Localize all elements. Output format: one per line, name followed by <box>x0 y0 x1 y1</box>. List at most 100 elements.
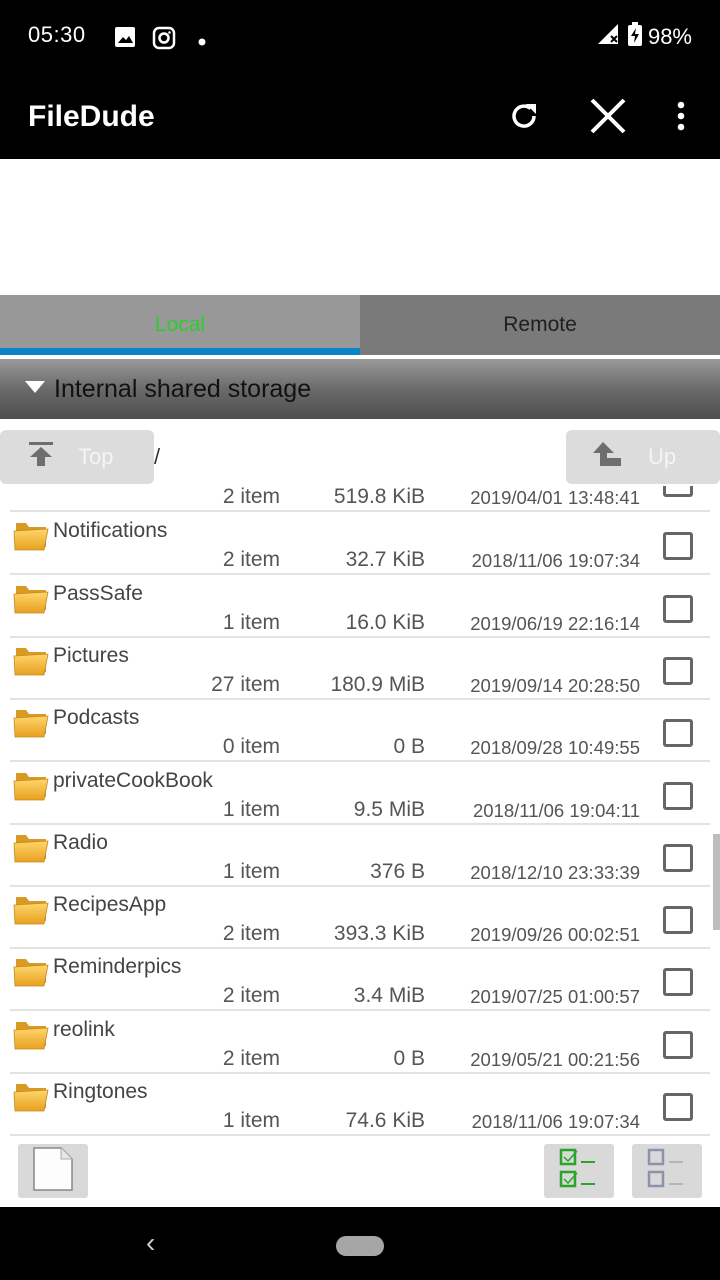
file-size: 0 B <box>393 1046 425 1070</box>
file-name: reolink <box>53 1017 115 1041</box>
item-count: 2 item <box>222 486 280 508</box>
signal-no-service-icon <box>596 22 622 52</box>
triangle-down-icon <box>24 380 46 399</box>
new-file-icon <box>31 1146 75 1197</box>
file-row[interactable]: 2 item 519.8 KiB 2019/04/01 13:48:41 <box>10 486 710 512</box>
deselect-all-icon <box>647 1147 687 1196</box>
select-checkbox[interactable] <box>663 656 693 685</box>
scrollbar[interactable] <box>713 834 720 930</box>
modified-date: 2018/11/06 19:04:11 <box>473 799 640 821</box>
battery-charging-icon <box>627 22 642 52</box>
select-all-button[interactable] <box>544 1144 614 1198</box>
bottom-toolbar <box>0 1140 720 1207</box>
file-size: 74.6 KiB <box>345 1109 425 1132</box>
file-size: 376 B <box>370 859 425 883</box>
select-checkbox[interactable] <box>663 532 693 561</box>
modified-date: 2019/09/14 20:28:50 <box>470 674 640 696</box>
folder-icon <box>12 831 50 870</box>
storage-label: Internal shared storage <box>54 374 312 403</box>
file-size: 0 B <box>393 735 425 759</box>
select-checkbox[interactable] <box>663 843 693 872</box>
file-row[interactable]: RecipesApp 2 item 393.3 KiB 2019/09/26 00:0… <box>10 887 710 950</box>
file-row[interactable]: Notifications 2 item 32.7 KiB 2018/11/06 19… <box>10 513 710 576</box>
status-right: 98% <box>596 22 692 52</box>
folder-icon <box>12 769 50 808</box>
image-notification-icon <box>114 26 136 53</box>
file-name: Podcasts <box>53 706 140 730</box>
top-button[interactable]: Top <box>0 430 154 484</box>
folder-icon <box>12 955 50 994</box>
back-icon[interactable]: ‹ <box>146 1227 155 1259</box>
file-row[interactable]: Podcasts 0 item 0 B 2018/09/28 10:49:55 <box>10 700 710 763</box>
select-checkbox[interactable] <box>663 781 693 810</box>
item-count: 1 item <box>222 610 280 634</box>
refresh-icon <box>506 98 542 139</box>
select-checkbox[interactable] <box>663 719 693 748</box>
more-vert-icon <box>676 101 686 136</box>
item-count: 2 item <box>222 984 280 1008</box>
tab-remote[interactable]: Remote <box>360 295 720 355</box>
item-count: 2 item <box>222 1046 280 1070</box>
folder-icon <box>12 644 50 683</box>
file-row[interactable]: Radio 1 item 376 B 2018/12/10 23:33:39 <box>10 825 710 887</box>
select-checkbox[interactable] <box>663 1030 693 1059</box>
file-row[interactable]: reolink 2 item 0 B 2019/05/21 00:21:56 <box>10 1012 710 1074</box>
file-row[interactable]: Pictures 27 item 180.9 MiB 2019/09/14 20:28… <box>10 638 710 700</box>
arrow-to-top-icon <box>28 441 54 473</box>
app-bar: FileDude <box>0 74 720 159</box>
file-row[interactable]: PassSafe 1 item 16.0 KiB 2019/06/19 22:16:1… <box>10 576 710 638</box>
up-button[interactable]: Up <box>566 430 720 484</box>
item-count: 2 item <box>222 922 280 946</box>
dot-icon <box>198 33 206 51</box>
file-size: 32.7 KiB <box>345 548 425 572</box>
modified-date: 2019/05/21 00:21:56 <box>470 1048 640 1070</box>
file-row[interactable]: Ringtones 1 item 74.6 KiB 2018/11/06 19:07:… <box>10 1074 710 1136</box>
folder-icon <box>12 893 50 932</box>
file-name: RecipesApp <box>53 893 167 917</box>
select-all-icon <box>559 1147 599 1196</box>
item-count: 0 item <box>222 735 280 759</box>
banner-area <box>0 159 720 295</box>
modified-date: 2018/09/28 10:49:55 <box>470 737 640 759</box>
storage-selector[interactable]: Internal shared storage <box>0 359 720 419</box>
tab-bar: Local Remote <box>0 295 720 355</box>
tab-local[interactable]: Local <box>0 295 360 355</box>
file-name: Radio <box>53 830 108 854</box>
close-button[interactable] <box>584 94 632 142</box>
file-row[interactable]: privateCookBook 1 item 9.5 MiB 2018/11/06 1… <box>10 763 710 825</box>
folder-icon <box>12 582 50 621</box>
close-icon <box>588 96 628 141</box>
refresh-button[interactable] <box>500 94 548 142</box>
select-checkbox[interactable] <box>663 906 693 935</box>
more-options-button[interactable] <box>657 94 705 142</box>
home-pill[interactable] <box>336 1236 384 1256</box>
file-row[interactable]: Reminderpics 2 item 3.4 MiB 2019/07/25 01:0… <box>10 949 710 1012</box>
folder-icon <box>12 706 50 745</box>
deselect-all-button[interactable] <box>632 1144 702 1198</box>
file-size: 3.4 MiB <box>353 984 425 1008</box>
select-checkbox[interactable] <box>663 486 693 497</box>
modified-date: 2019/06/19 22:16:14 <box>470 612 640 634</box>
file-name: privateCookBook <box>53 768 213 792</box>
modified-date: 2019/04/01 13:48:41 <box>470 487 640 508</box>
modified-date: 2018/11/06 19:07:34 <box>471 1111 640 1132</box>
folder-icon <box>12 519 50 558</box>
file-list: 2 item 519.8 KiB 2019/04/01 13:48:41 Notifi… <box>0 486 720 1140</box>
top-label: Top <box>78 444 114 469</box>
item-count: 27 item <box>211 672 280 696</box>
file-name: Pictures <box>53 643 129 667</box>
select-checkbox[interactable] <box>663 968 693 997</box>
battery-percent: 98% <box>647 24 692 49</box>
instagram-icon <box>152 26 176 55</box>
app-title: FileDude <box>28 100 155 133</box>
select-checkbox[interactable] <box>663 594 693 623</box>
file-name: Notifications <box>53 519 168 543</box>
modified-date: 2019/09/26 00:02:51 <box>470 924 640 946</box>
up-label: Up <box>648 444 677 469</box>
file-size: 9.5 MiB <box>353 797 425 821</box>
file-name: PassSafe <box>53 581 143 605</box>
new-file-button[interactable] <box>18 1144 88 1198</box>
arrow-up-icon <box>592 441 622 473</box>
select-checkbox[interactable] <box>663 1093 693 1121</box>
status-time: 05:30 <box>28 22 86 47</box>
